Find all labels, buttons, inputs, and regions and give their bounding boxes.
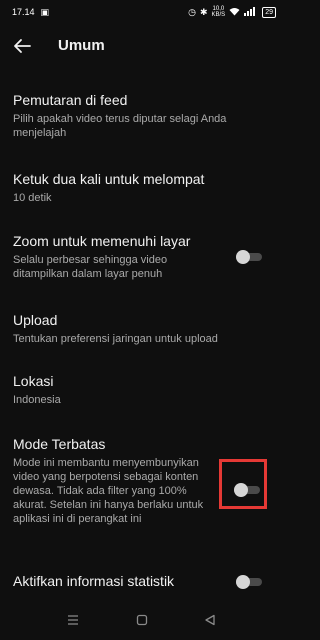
setting-label: Zoom untuk memenuhi layar	[13, 233, 191, 249]
zoom-toggle[interactable]	[236, 250, 262, 264]
setting-description: Indonesia	[13, 394, 61, 406]
status-left: 17.14 ▣	[12, 7, 49, 17]
setting-restricted-mode[interactable]: Mode Terbatas Mode ini membantu menyembu…	[13, 436, 218, 526]
setting-description: Selalu perbesar sehingga video ditampilk…	[13, 254, 168, 280]
setting-description: Tentukan preferensi jaringan untuk uploa…	[13, 333, 218, 345]
setting-label: Pemutaran di feed	[13, 92, 128, 108]
setting-double-tap-seek[interactable]: Ketuk dua kali untuk melompat 10 detik	[13, 171, 275, 205]
net-speed-unit: KB/S	[211, 12, 226, 18]
setting-stats-info[interactable]: Aktifkan informasi statistik	[13, 573, 225, 589]
setting-label: Upload	[13, 312, 58, 328]
wifi-icon	[229, 7, 240, 18]
menu-icon	[68, 615, 78, 625]
status-bar: 17.14 ▣ ◷ ✱ 10,0 KB/S 29	[0, 0, 286, 26]
toggle-thumb	[236, 250, 250, 264]
app-bar: Umum	[0, 26, 286, 66]
system-nav-bar	[0, 606, 286, 640]
nav-home-button[interactable]	[136, 614, 148, 629]
setting-label: Mode Terbatas	[13, 436, 106, 452]
alarm-icon: ◷	[188, 7, 196, 17]
setting-description: Mode ini membantu menyembunyikan video y…	[13, 457, 204, 525]
net-speed: 10,0 KB/S	[212, 6, 226, 18]
highlight-box	[219, 459, 267, 509]
triangle-back-icon	[205, 614, 215, 626]
setting-label: Lokasi	[13, 373, 54, 389]
toggle-thumb	[236, 575, 250, 589]
nav-recents-button[interactable]	[66, 614, 80, 629]
nav-back-button[interactable]	[204, 614, 216, 629]
back-button[interactable]	[10, 34, 34, 58]
bluetooth-icon: ✱	[199, 7, 208, 17]
status-time: 17.14	[12, 7, 35, 17]
setting-description: Pilih apakah video terus diputar selagi …	[13, 113, 227, 139]
battery-indicator: 29	[262, 6, 276, 18]
setting-location[interactable]: Lokasi Indonesia	[13, 373, 275, 407]
square-icon	[136, 614, 148, 626]
stats-toggle[interactable]	[236, 575, 262, 589]
setting-zoom-fill-screen[interactable]: Zoom untuk memenuhi layar Selalu perbesa…	[13, 233, 225, 281]
setting-label: Ketuk dua kali untuk melompat	[13, 171, 205, 187]
status-right: ◷ ✱ 10,0 KB/S 29	[188, 6, 276, 18]
bag-icon: ▣	[40, 7, 50, 17]
setting-feed-playback[interactable]: Pemutaran di feed Pilih apakah video ter…	[13, 92, 275, 140]
arrow-left-icon	[14, 39, 31, 53]
setting-description: 10 detik	[13, 192, 52, 204]
signal-icon	[244, 6, 258, 18]
setting-label: Aktifkan informasi statistik	[13, 573, 175, 589]
page-title: Umum	[58, 37, 105, 54]
setting-upload[interactable]: Upload Tentukan preferensi jaringan untu…	[13, 312, 275, 346]
